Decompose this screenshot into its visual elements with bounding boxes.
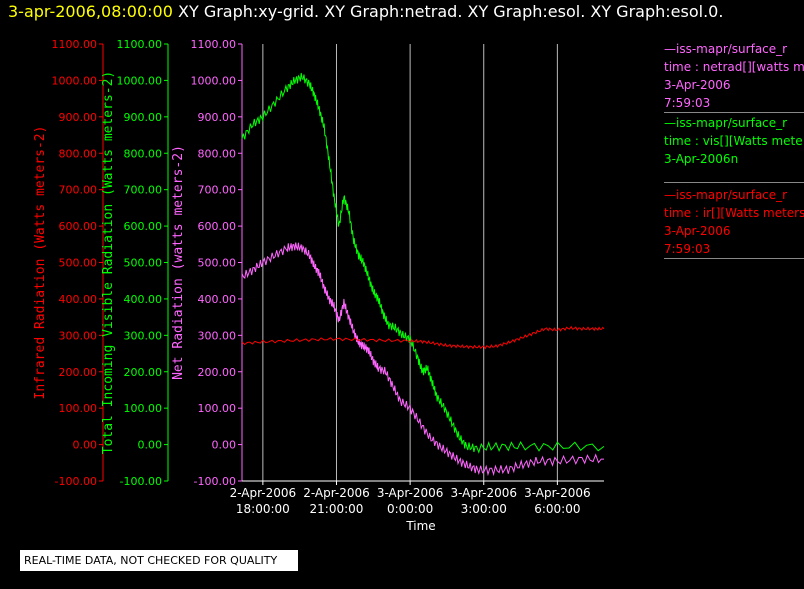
y-tick-label: 300.00 [59, 329, 98, 342]
y-tick-label: 1000.00 [52, 74, 98, 87]
y-tick-label: 700.00 [198, 184, 237, 197]
x-axis-title: Time [405, 519, 435, 533]
y-tick-label: 300.00 [198, 329, 237, 342]
quality-note: REAL-TIME DATA, NOT CHECKED FOR QUALITY [20, 550, 298, 571]
series-line [241, 325, 605, 350]
y-tick-label: 100.00 [59, 402, 98, 415]
y-tick-label: 600.00 [124, 220, 163, 233]
y-tick-label: 700.00 [59, 184, 98, 197]
y-tick-label: 800.00 [198, 147, 237, 160]
y-axis-title: Total Incoming Visible Radiation (Watts … [101, 71, 116, 455]
legend-line: 3-Apr-2006n [664, 152, 739, 166]
y-tick-label: 200.00 [198, 366, 237, 379]
y-tick-label: 500.00 [198, 257, 237, 270]
legend-line: time : vis[][Watts mete [664, 134, 803, 148]
y-tick-label: 200.00 [124, 366, 163, 379]
x-tick-label: 3-Apr-2006 [450, 486, 517, 500]
y-tick-label: 600.00 [198, 220, 237, 233]
legend-line: 7:59:03 [664, 242, 711, 256]
x-tick-label: 3-Apr-2006 [377, 486, 444, 500]
y-tick-label: 900.00 [124, 111, 163, 124]
y-tick-label: 1100.00 [117, 38, 163, 51]
legend-netrad: —iss-mapr/surface_r time : netrad[][watt… [664, 40, 804, 112]
x-tick-label: 3-Apr-2006 [524, 486, 591, 500]
legend-line: time : ir[][Watts meters [664, 206, 804, 220]
y-tick-label: 400.00 [59, 293, 98, 306]
x-tick-label: 0:00:00 [387, 502, 433, 516]
x-tick-label: 2-Apr-2006 [303, 486, 370, 500]
x-tick-label: 21:00:00 [310, 502, 364, 516]
legend-ir: —iss-mapr/surface_r time : ir[][Watts me… [664, 186, 804, 258]
series-line [241, 242, 604, 477]
y-tick-label: 500.00 [59, 257, 98, 270]
y-tick-label: 700.00 [124, 184, 163, 197]
legend-vis: —iss-mapr/surface_r time : vis[][Watts m… [664, 114, 803, 168]
x-tick-label: 3:00:00 [461, 502, 507, 516]
legend-line: —iss-mapr/surface_r [664, 116, 788, 130]
y-tick-label: 0.00 [212, 439, 237, 452]
y-tick-label: 100.00 [198, 402, 237, 415]
y-tick-label: 800.00 [124, 147, 163, 160]
y-tick-label: 1000.00 [117, 74, 163, 87]
y-tick-label: 400.00 [198, 293, 237, 306]
y-tick-label: 0.00 [73, 439, 98, 452]
legend-line: 3-Apr-2006 [664, 78, 731, 92]
legend-line: —iss-mapr/surface_r [664, 188, 788, 202]
legend-divider [664, 112, 804, 113]
y-axis-title: Infrared Radiation (Watts meters-2) [33, 126, 48, 400]
legend-line: time : netrad[][watts m [664, 60, 804, 74]
y-tick-label: -100.00 [120, 475, 162, 488]
x-tick-label: 6:00:00 [534, 502, 580, 516]
y-tick-label: 200.00 [59, 366, 98, 379]
y-tick-label: 100.00 [124, 402, 163, 415]
legend-line: —iss-mapr/surface_r [664, 42, 788, 56]
legend-line: 3-Apr-2006 [664, 224, 731, 238]
y-tick-label: 800.00 [59, 147, 98, 160]
legend-line: 7:59:03 [664, 96, 711, 110]
y-tick-label: 400.00 [124, 293, 163, 306]
y-axis-title: Net Radiation (watts meters-2) [171, 145, 186, 380]
y-tick-label: 900.00 [198, 111, 237, 124]
x-tick-label: 2-Apr-2006 [230, 486, 297, 500]
y-tick-label: 0.00 [138, 439, 163, 452]
y-tick-label: 900.00 [59, 111, 98, 124]
y-tick-label: 500.00 [124, 257, 163, 270]
y-tick-label: 600.00 [59, 220, 98, 233]
y-tick-label: 1100.00 [52, 38, 98, 51]
series-line [241, 72, 605, 454]
legend-divider [664, 182, 804, 183]
y-tick-label: -100.00 [55, 475, 97, 488]
legend-divider [664, 258, 804, 259]
x-tick-label: 18:00:00 [236, 502, 290, 516]
y-tick-label: 300.00 [124, 329, 163, 342]
y-tick-label: 1100.00 [191, 38, 237, 51]
y-tick-label: 1000.00 [191, 74, 237, 87]
